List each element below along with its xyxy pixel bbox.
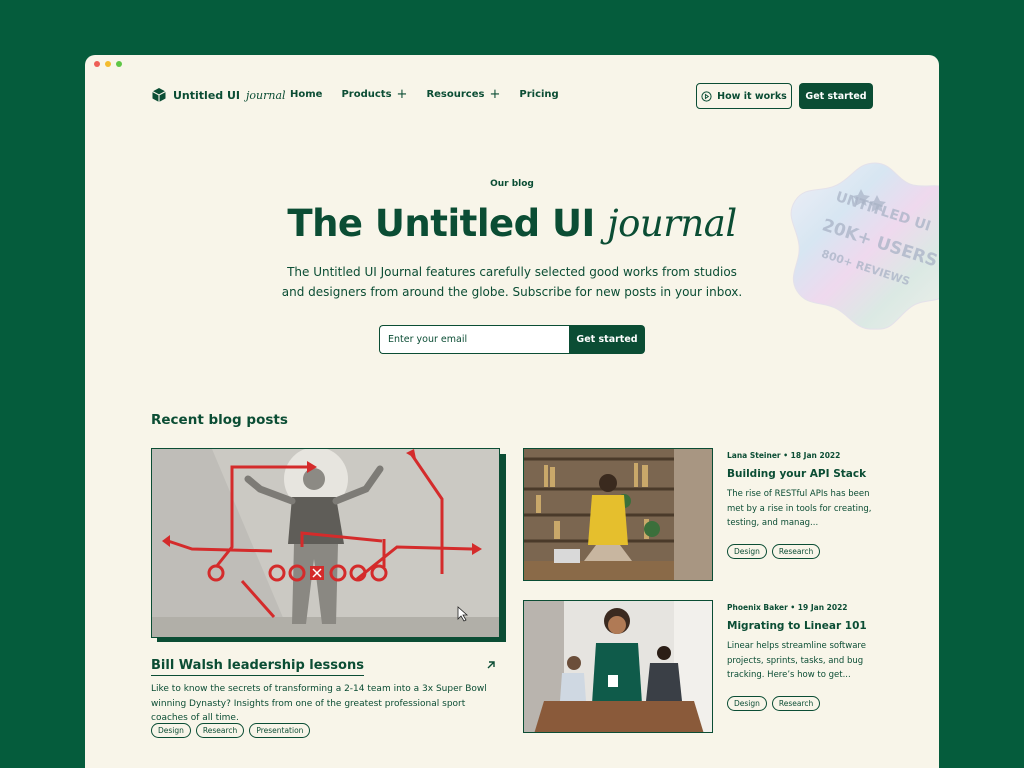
title-text: The Untitled UI	[287, 202, 595, 245]
title-text-italic: journal	[607, 202, 737, 245]
logo-text: Untitled UI	[173, 88, 241, 102]
football-play-illustration	[152, 449, 499, 637]
post-tags: Design Research	[727, 696, 821, 711]
tag-design[interactable]: Design	[727, 696, 767, 711]
logo-text-italic: journal	[246, 88, 286, 102]
hero-subtitle: The Untitled UI Journal features careful…	[281, 265, 743, 299]
main-nav: Home Products + Resources + Pricing	[290, 86, 559, 102]
post-title[interactable]: Migrating to Linear 101	[727, 620, 867, 632]
nav-label: Products	[341, 89, 392, 100]
window-controls	[94, 61, 122, 67]
nav-item-pricing[interactable]: Pricing	[519, 89, 558, 100]
post-description: The rise of RESTful APIs has been met by…	[727, 489, 872, 528]
featured-image[interactable]	[151, 448, 500, 638]
post-description: Linear helps streamline software project…	[727, 641, 866, 680]
cube-icon	[152, 88, 166, 102]
office-shelves-illustration	[524, 449, 712, 580]
post-thumbnail[interactable]	[523, 600, 713, 733]
team-meeting-illustration	[524, 601, 712, 732]
post-tags: Design Research	[727, 544, 821, 559]
get-started-label: Get started	[805, 90, 867, 102]
tag-research[interactable]: Research	[771, 696, 821, 711]
post-meta: Phoenix Baker • 19 Jan 2022	[727, 603, 848, 612]
post-meta: Lana Steiner • 18 Jan 2022	[727, 451, 841, 460]
play-circle-icon	[701, 90, 712, 102]
nav-item-home[interactable]: Home	[290, 89, 322, 100]
nav-label: Home	[290, 89, 323, 100]
plus-icon: +	[489, 86, 501, 102]
get-started-button[interactable]: Get started	[799, 83, 873, 109]
subscribe-form: Get started	[379, 325, 645, 354]
tag-design[interactable]: Design	[151, 723, 191, 738]
featured-post-description: Like to know the secrets of transforming…	[151, 684, 487, 723]
logo[interactable]: Untitled UI journal	[151, 87, 286, 103]
post-thumbnail[interactable]	[523, 448, 713, 581]
tag-research[interactable]: Research	[771, 544, 821, 559]
plus-icon: +	[396, 86, 408, 102]
nav-item-resources[interactable]: Resources +	[426, 86, 501, 102]
nav-label: Pricing	[519, 89, 559, 100]
close-dot[interactable]	[94, 61, 100, 67]
minimize-dot[interactable]	[105, 61, 111, 67]
arrow-up-right-icon[interactable]	[485, 659, 497, 671]
maximize-dot[interactable]	[116, 61, 122, 67]
post-title[interactable]: Building your API Stack	[727, 468, 866, 480]
featured-post-tags: Design Research Presentation	[151, 723, 311, 738]
tag-presentation[interactable]: Presentation	[249, 723, 311, 738]
featured-post-title[interactable]: Bill Walsh leadership lessons	[151, 658, 364, 676]
subscribe-button[interactable]: Get started	[569, 325, 645, 354]
tag-research[interactable]: Research	[195, 723, 245, 738]
browser-window: Untitled UI journal Home Products + Resou…	[85, 55, 939, 768]
tag-design[interactable]: Design	[727, 544, 767, 559]
section-title: Recent blog posts	[151, 412, 288, 428]
subscribe-label: Get started	[576, 334, 638, 345]
nav-label: Resources	[426, 89, 485, 100]
holographic-badge: UNTITLED UI 20K+ USERS 800+ REVIEWS	[790, 162, 939, 330]
email-input[interactable]	[379, 325, 569, 354]
how-it-works-button[interactable]: How it works	[696, 83, 792, 109]
nav-item-products[interactable]: Products +	[341, 86, 408, 102]
how-it-works-label: How it works	[717, 90, 787, 102]
